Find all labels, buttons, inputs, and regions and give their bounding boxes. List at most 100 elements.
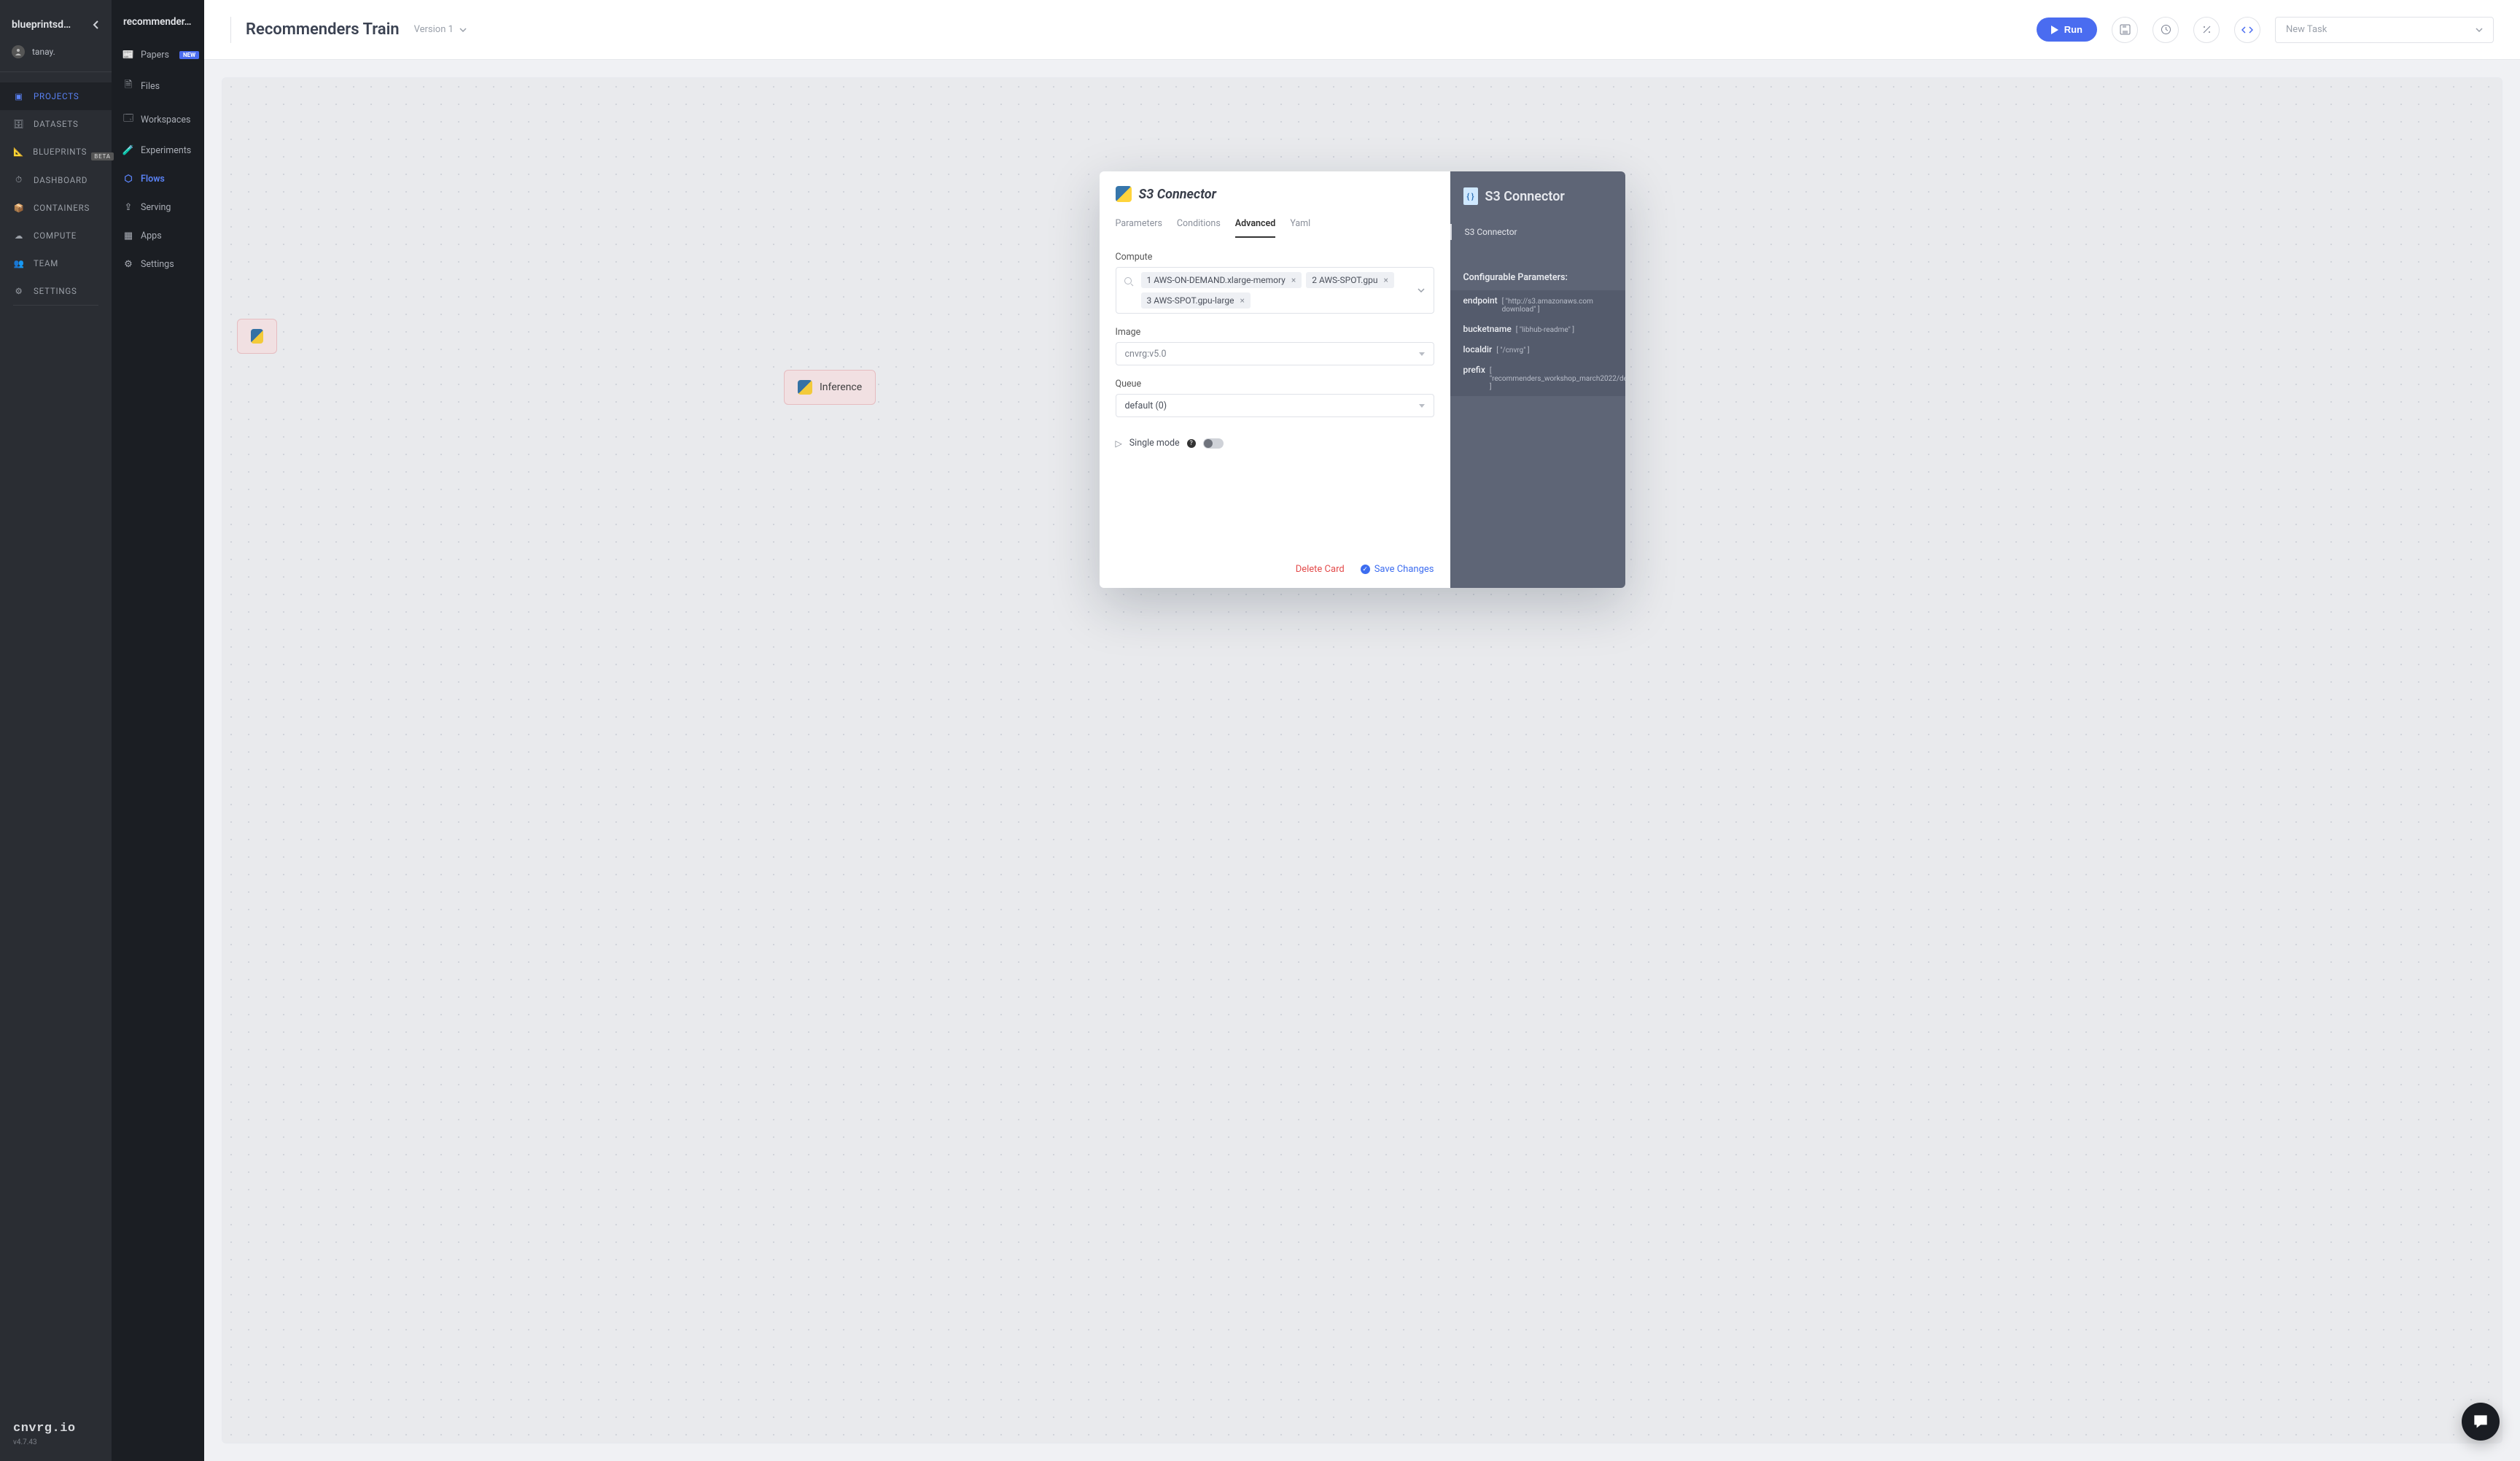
- run-button[interactable]: Run: [2037, 18, 2097, 42]
- nav-label: TEAM: [34, 258, 58, 268]
- python-icon: [1116, 186, 1132, 202]
- primary-nav: ▣ PROJECTS 🗄 DATASETS 📐 BLUEPRINTS BETA …: [0, 72, 112, 305]
- sub-label: Workspaces: [141, 115, 191, 125]
- sub-files[interactable]: 🗎 Files: [112, 69, 204, 103]
- new-task-select[interactable]: New Task: [2275, 17, 2494, 43]
- chevron-down-icon: [459, 28, 467, 32]
- param-row: prefix [ "recommenders_workshop_march202…: [1450, 360, 1625, 396]
- check-icon: ✓: [1361, 565, 1370, 574]
- modal-left: S3 Connector Parameters Conditions Advan…: [1100, 171, 1450, 588]
- right-header: { } S3 Connector: [1450, 187, 1625, 205]
- save-changes-button[interactable]: ✓ Save Changes: [1361, 564, 1434, 575]
- param-name: prefix: [1463, 365, 1485, 375]
- datasets-icon: 🗄: [13, 119, 25, 129]
- sub-papers[interactable]: 📰 Papers NEW: [112, 41, 204, 69]
- compute-label: Compute: [1116, 252, 1434, 263]
- gear-icon: ⚙: [123, 259, 133, 270]
- run-label: Run: [2064, 24, 2082, 35]
- sub-label: Experiments: [141, 145, 191, 156]
- compute-chip: 3 AWS-SPOT.gpu-large ×: [1141, 292, 1251, 309]
- save-icon-button[interactable]: [2112, 17, 2138, 43]
- image-label: Image: [1116, 327, 1434, 338]
- dashboard-icon: ⏱: [13, 174, 25, 185]
- tab-parameters[interactable]: Parameters: [1116, 214, 1162, 238]
- nav-containers[interactable]: 📦 CONTAINERS: [0, 194, 112, 222]
- chip-label: 2 AWS-SPOT.gpu: [1312, 275, 1377, 285]
- image-select[interactable]: cnvrg:v5.0: [1116, 342, 1434, 365]
- nav-blueprints[interactable]: 📐 BLUEPRINTS BETA: [0, 138, 112, 166]
- papers-icon: 📰: [123, 50, 133, 61]
- containers-icon: 📦: [13, 203, 25, 213]
- queue-label: Queue: [1116, 379, 1434, 390]
- nav-label: COMPUTE: [34, 230, 77, 241]
- queue-select[interactable]: default (0): [1116, 394, 1434, 417]
- chevron-left-icon: [93, 20, 100, 30]
- version-select[interactable]: Version 1: [414, 24, 467, 35]
- right-title: S3 Connector: [1485, 189, 1565, 204]
- right-subtitle: S3 Connector: [1450, 224, 1625, 240]
- magic-icon-button[interactable]: [2193, 17, 2220, 43]
- single-mode-label: Single mode: [1129, 438, 1180, 449]
- nav-dashboard[interactable]: ⏱ DASHBOARD: [0, 166, 112, 194]
- help-icon[interactable]: ?: [1187, 439, 1196, 448]
- blueprints-icon: 📐: [13, 147, 24, 157]
- caret-down-icon: [1419, 352, 1425, 356]
- chip-label: 1 AWS-ON-DEMAND.xlarge-memory: [1147, 275, 1286, 285]
- tab-yaml[interactable]: Yaml: [1290, 214, 1310, 238]
- tab-advanced[interactable]: Advanced: [1235, 214, 1276, 238]
- user-row[interactable]: tanay.: [0, 38, 112, 72]
- sub-label: Papers: [141, 50, 169, 61]
- param-value: [ "recommenders_workshop_march2022/defau…: [1490, 367, 1625, 391]
- compute-multiselect[interactable]: 1 AWS-ON-DEMAND.xlarge-memory × 2 AWS-SP…: [1116, 267, 1434, 314]
- param-name: endpoint: [1463, 295, 1498, 306]
- modal: S3 Connector Parameters Conditions Advan…: [1100, 171, 1625, 588]
- configurable-params-label: Configurable Parameters:: [1450, 272, 1625, 290]
- code-icon-button[interactable]: [2234, 17, 2260, 43]
- flow-canvas[interactable]: Inference S3 Connector Parameters Condit…: [222, 77, 2502, 1443]
- chip-remove-icon[interactable]: ×: [1240, 295, 1244, 306]
- modal-overlay: S3 Connector Parameters Conditions Advan…: [222, 78, 2502, 1443]
- nav-settings[interactable]: ⚙ SETTINGS: [0, 277, 112, 305]
- history-icon-button[interactable]: [2152, 17, 2179, 43]
- tab-conditions[interactable]: Conditions: [1177, 214, 1221, 238]
- nav-label: PROJECTS: [34, 91, 79, 101]
- nav-compute[interactable]: ☁ COMPUTE: [0, 222, 112, 249]
- param-row: endpoint [ "http://s3.amazonaws.com down…: [1450, 290, 1625, 319]
- main: Recommenders Train Version 1 Run: [204, 0, 2520, 1461]
- topbar: Recommenders Train Version 1 Run: [204, 0, 2520, 60]
- projects-icon: ▣: [13, 91, 25, 101]
- org-switcher[interactable]: blueprintsd…: [0, 0, 112, 38]
- chat-fab[interactable]: [2462, 1403, 2500, 1441]
- save-icon: [2120, 24, 2131, 35]
- play-icon: [2051, 26, 2058, 34]
- nav-team[interactable]: 👥 TEAM: [0, 249, 112, 277]
- chip-remove-icon[interactable]: ×: [1383, 275, 1388, 285]
- save-label: Save Changes: [1374, 564, 1434, 575]
- chevron-down-icon[interactable]: [1418, 288, 1425, 292]
- org-name: blueprintsd…: [12, 19, 71, 31]
- sub-experiments[interactable]: 🧪 Experiments: [112, 136, 204, 165]
- sub-serving[interactable]: ⇪ Serving: [112, 193, 204, 222]
- new-badge: NEW: [179, 51, 199, 59]
- compute-chip: 2 AWS-SPOT.gpu ×: [1306, 272, 1394, 288]
- sub-settings[interactable]: ⚙ Settings: [112, 250, 204, 279]
- caret-down-icon: [1419, 404, 1425, 408]
- sidebar-primary: blueprintsd… tanay. ▣ PROJECTS 🗄 DATASET…: [0, 0, 112, 1461]
- sub-apps[interactable]: ▦ Apps: [112, 222, 204, 250]
- team-icon: 👥: [13, 258, 25, 268]
- sub-flows[interactable]: ⬡ Flows: [112, 165, 204, 193]
- modal-right: { } S3 Connector S3 Connector Configurab…: [1450, 171, 1625, 588]
- beta-badge: BETA: [91, 152, 114, 160]
- chip-remove-icon[interactable]: ×: [1291, 275, 1296, 285]
- nav-datasets[interactable]: 🗄 DATASETS: [0, 110, 112, 138]
- delete-card-button[interactable]: Delete Card: [1296, 564, 1345, 575]
- nav-projects[interactable]: ▣ PROJECTS: [0, 82, 112, 110]
- sub-workspaces[interactable]: 🗔 Workspaces: [112, 103, 204, 136]
- single-mode-toggle[interactable]: [1203, 438, 1224, 449]
- compute-chip: 1 AWS-ON-DEMAND.xlarge-memory ×: [1141, 272, 1302, 288]
- brand-footer: cnvrg.io v4.7.43: [0, 1422, 112, 1461]
- modal-title: S3 Connector: [1139, 187, 1216, 202]
- brand-name: cnvrg.io: [13, 1422, 98, 1435]
- play-outline-icon: ▷: [1116, 438, 1122, 449]
- sub-label: Serving: [141, 202, 171, 213]
